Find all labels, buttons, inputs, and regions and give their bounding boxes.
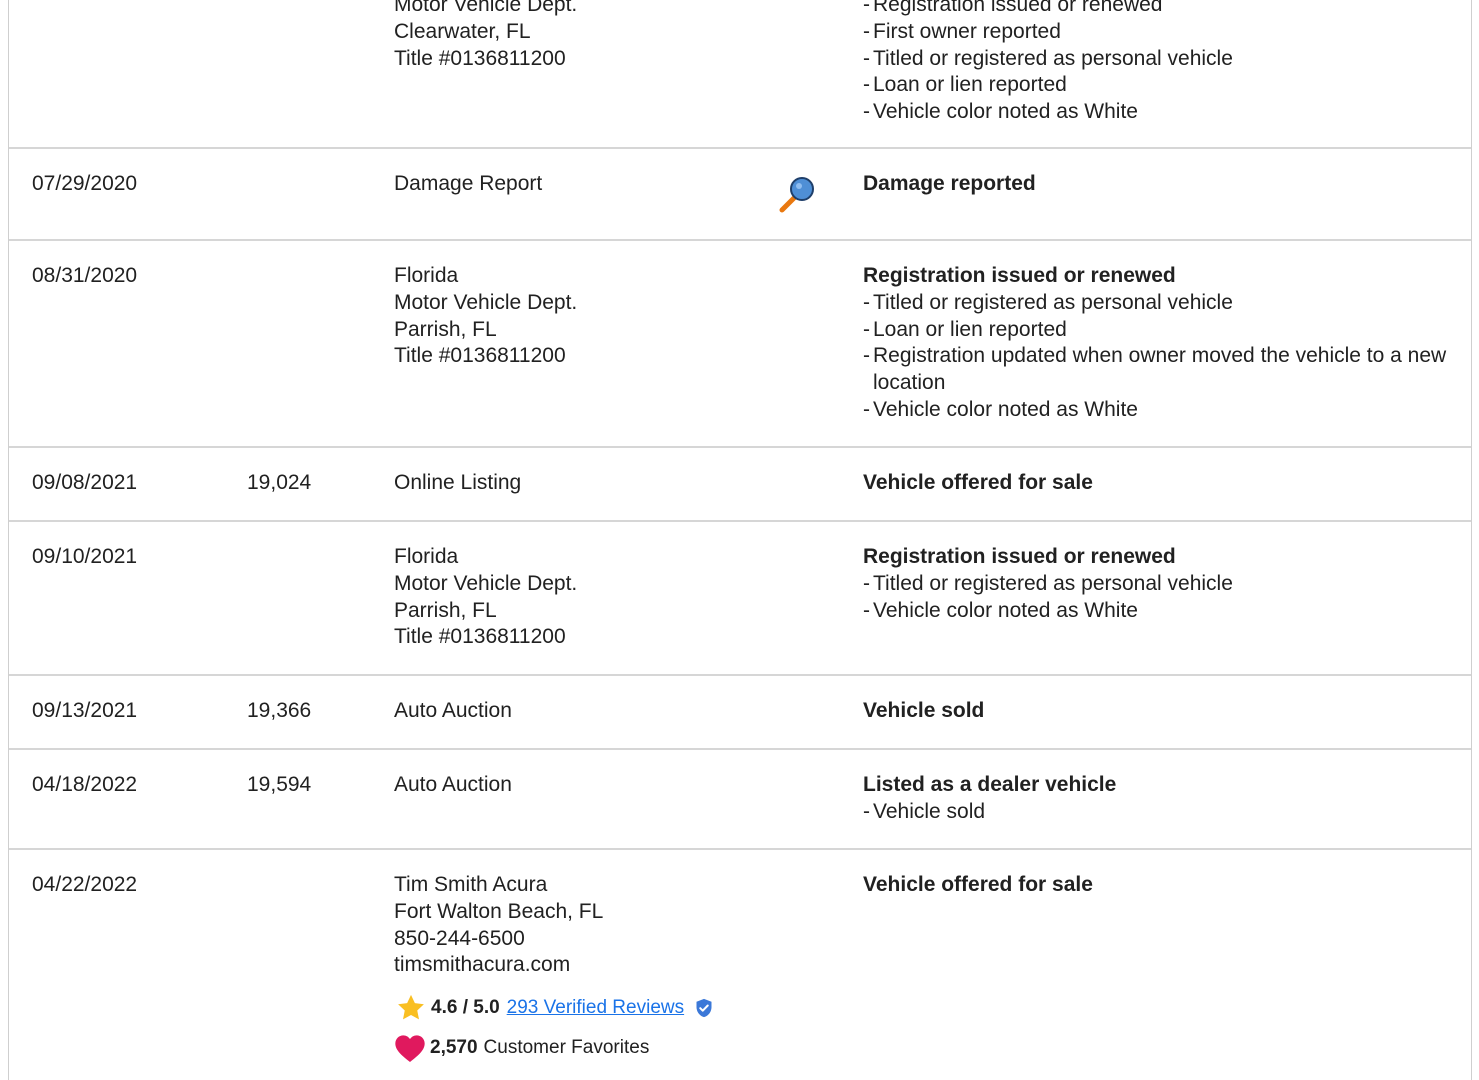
detail-title: Damage reported	[863, 172, 1036, 195]
detail-title: Vehicle offered for sale	[863, 873, 1093, 896]
source-line: Motor Vehicle Dept.	[394, 571, 578, 595]
record-source: Online Listing	[394, 470, 521, 497]
record-source: Auto Auction	[394, 772, 512, 799]
record-details: Vehicle offered for sale	[863, 470, 1453, 497]
dealer-info: Tim Smith Acura Fort Walton Beach, FL 85…	[394, 872, 714, 1063]
dealer-website[interactable]: timsmithacura.com	[394, 952, 714, 979]
detail-title: Registration issued or renewed	[863, 545, 1176, 568]
history-row: 04/18/2022 19,594 Auto Auction Listed as…	[9, 750, 1471, 850]
record-details: - Registration issued or renewed - First o…	[863, 0, 1453, 126]
record-date: 07/29/2020	[32, 172, 138, 195]
detail-title: Registration issued or renewed	[863, 264, 1176, 287]
detail-title: Vehicle sold	[863, 699, 985, 722]
record-date: 09/13/2021	[32, 699, 138, 722]
source-line: Auto Auction	[394, 699, 512, 722]
record-date: 09/10/2021	[32, 545, 138, 568]
detail-bullet: - Titled or registered as personal vehicl…	[863, 290, 1233, 314]
dealer-favorites: 2,570 Customer Favorites	[394, 1033, 714, 1063]
record-date: 08/31/2020	[32, 264, 138, 287]
magnifier-icon[interactable]	[777, 175, 819, 215]
vehicle-history-table: Motor Vehicle Dept. Clearwater, FL Title…	[8, 0, 1472, 1080]
detail-bullet: - Loan or lien reported	[863, 317, 1067, 341]
record-date: 04/18/2022	[32, 773, 138, 796]
source-line: Parrish, FL	[394, 317, 497, 341]
record-odometer: 19,024	[247, 471, 312, 494]
source-line: Florida	[394, 264, 459, 287]
detail-bullet: - Registration issued or renewed	[863, 0, 1163, 16]
detail-bullet: - Registration updated when owner moved t…	[863, 344, 1447, 395]
history-row: 07/29/2020 Damage Report Damage reported	[9, 149, 1471, 241]
history-row: 04/22/2022 Tim Smith Acura Fort Walton B…	[9, 850, 1471, 1080]
history-row: 09/10/2021 Florida Motor Vehicle Dept. P…	[9, 522, 1471, 676]
detail-title: Listed as a dealer vehicle	[863, 773, 1117, 796]
history-row: 09/08/2021 19,024 Online Listing Vehicle…	[9, 448, 1471, 522]
record-source: Florida Motor Vehicle Dept. Parrish, FL …	[394, 263, 577, 370]
record-details: Listed as a dealer vehicle - Vehicle sold	[863, 772, 1453, 826]
record-details: Registration issued or renewed - Titled o…	[863, 263, 1453, 424]
record-source: Damage Report	[394, 171, 542, 198]
source-line: Online Listing	[394, 471, 522, 494]
heart-icon	[395, 1035, 425, 1063]
dealer-name: Tim Smith Acura	[394, 873, 548, 896]
favorites-count: 2,570	[430, 1037, 478, 1059]
history-row: 09/13/2021 19,366 Auto Auction Vehicle s…	[9, 676, 1471, 750]
source-line: Auto Auction	[394, 773, 512, 796]
detail-bullet: - Loan or lien reported	[863, 73, 1067, 97]
record-source: Florida Motor Vehicle Dept. Parrish, FL …	[394, 544, 577, 651]
source-line: Parrish, FL	[394, 598, 497, 622]
source-line: Title #0136811200	[394, 625, 566, 649]
record-date: 09/08/2021	[32, 471, 138, 494]
record-odometer: 19,594	[247, 773, 312, 796]
source-line: Title #0136811200	[394, 344, 566, 368]
detail-bullet: - Vehicle sold	[863, 799, 986, 823]
record-source: Motor Vehicle Dept. Clearwater, FL Title…	[394, 0, 577, 72]
detail-title: Vehicle offered for sale	[863, 471, 1093, 494]
source-line: Damage Report	[394, 172, 543, 195]
source-line: Title #0136811200	[394, 46, 566, 70]
source-line: Motor Vehicle Dept.	[394, 0, 578, 16]
record-details: Damage reported	[863, 171, 1453, 198]
record-source: Auto Auction	[394, 698, 512, 725]
detail-bullet: - Titled or registered as personal vehicl…	[863, 46, 1233, 70]
source-line: Florida	[394, 545, 459, 568]
verified-reviews-link[interactable]: 293 Verified Reviews	[507, 995, 684, 1021]
history-row: 08/31/2020 Florida Motor Vehicle Dept. P…	[9, 241, 1471, 448]
record-details: Vehicle sold	[863, 698, 1453, 725]
detail-bullet: - Vehicle color noted as White	[863, 397, 1138, 421]
dealer-location: Fort Walton Beach, FL	[394, 899, 604, 923]
rating-value: 4.6 / 5.0	[431, 997, 500, 1019]
star-icon	[398, 995, 424, 1020]
record-odometer: 19,366	[247, 699, 312, 722]
history-row: Motor Vehicle Dept. Clearwater, FL Title…	[9, 0, 1471, 149]
detail-bullet: - Vehicle color noted as White	[863, 100, 1138, 124]
dealer-rating: 4.6 / 5.0 293 Verified Reviews	[394, 993, 714, 1023]
detail-bullet: - First owner reported	[863, 19, 1061, 43]
record-details: Registration issued or renewed - Titled o…	[863, 544, 1453, 624]
detail-bullet: - Titled or registered as personal vehicl…	[863, 571, 1233, 595]
record-details: Vehicle offered for sale	[863, 872, 1453, 899]
source-line: Clearwater, FL	[394, 19, 531, 43]
dealer-phone[interactable]: 850-244-6500	[394, 926, 714, 953]
source-line: Motor Vehicle Dept.	[394, 290, 578, 314]
record-date: 04/22/2022	[32, 873, 138, 896]
favorites-label: Customer Favorites	[483, 1037, 650, 1059]
verified-shield-icon	[696, 999, 712, 1018]
detail-bullet: - Vehicle color noted as White	[863, 598, 1138, 622]
